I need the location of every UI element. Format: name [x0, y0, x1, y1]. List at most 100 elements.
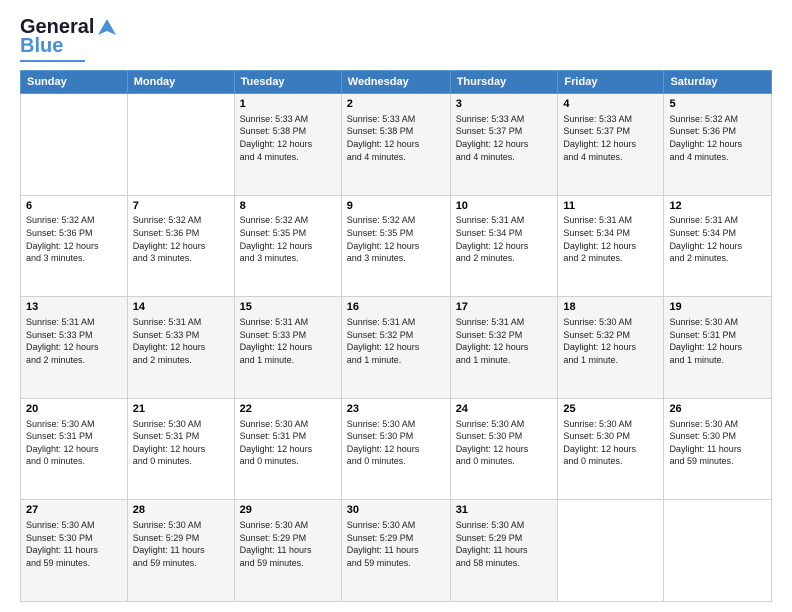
day-number: 29 — [240, 503, 336, 518]
calendar-cell: 21Sunrise: 5:30 AM Sunset: 5:31 PM Dayli… — [127, 398, 234, 500]
calendar-cell: 25Sunrise: 5:30 AM Sunset: 5:30 PM Dayli… — [558, 398, 664, 500]
calendar-cell: 11Sunrise: 5:31 AM Sunset: 5:34 PM Dayli… — [558, 195, 664, 297]
day-info: Sunrise: 5:31 AM Sunset: 5:34 PM Dayligh… — [456, 214, 553, 264]
calendar-cell: 15Sunrise: 5:31 AM Sunset: 5:33 PM Dayli… — [234, 297, 341, 399]
day-number: 16 — [347, 300, 445, 315]
day-number: 15 — [240, 300, 336, 315]
day-number: 20 — [26, 402, 122, 417]
day-number: 6 — [26, 199, 122, 214]
day-info: Sunrise: 5:32 AM Sunset: 5:36 PM Dayligh… — [133, 214, 229, 264]
weekday-header-cell: Tuesday — [234, 71, 341, 94]
logo-bird-icon — [96, 17, 118, 39]
logo: General Blue — [20, 16, 118, 62]
calendar-week-row: 13Sunrise: 5:31 AM Sunset: 5:33 PM Dayli… — [21, 297, 772, 399]
day-number: 18 — [563, 300, 658, 315]
day-number: 26 — [669, 402, 766, 417]
day-info: Sunrise: 5:31 AM Sunset: 5:33 PM Dayligh… — [26, 316, 122, 366]
day-info: Sunrise: 5:30 AM Sunset: 5:30 PM Dayligh… — [347, 418, 445, 468]
day-number: 31 — [456, 503, 553, 518]
day-number: 23 — [347, 402, 445, 417]
logo-underline — [20, 60, 85, 62]
weekday-header-cell: Friday — [558, 71, 664, 94]
calendar-cell: 9Sunrise: 5:32 AM Sunset: 5:35 PM Daylig… — [341, 195, 450, 297]
calendar-cell: 1Sunrise: 5:33 AM Sunset: 5:38 PM Daylig… — [234, 94, 341, 196]
calendar-cell: 17Sunrise: 5:31 AM Sunset: 5:32 PM Dayli… — [450, 297, 558, 399]
weekday-header-cell: Sunday — [21, 71, 128, 94]
calendar-cell: 26Sunrise: 5:30 AM Sunset: 5:30 PM Dayli… — [664, 398, 772, 500]
day-info: Sunrise: 5:31 AM Sunset: 5:34 PM Dayligh… — [563, 214, 658, 264]
header: General Blue — [20, 16, 772, 62]
weekday-header-row: SundayMondayTuesdayWednesdayThursdayFrid… — [21, 71, 772, 94]
day-number: 4 — [563, 97, 658, 112]
day-number: 27 — [26, 503, 122, 518]
day-info: Sunrise: 5:31 AM Sunset: 5:34 PM Dayligh… — [669, 214, 766, 264]
day-number: 9 — [347, 199, 445, 214]
weekday-header-cell: Wednesday — [341, 71, 450, 94]
day-info: Sunrise: 5:30 AM Sunset: 5:29 PM Dayligh… — [347, 519, 445, 569]
calendar-week-row: 20Sunrise: 5:30 AM Sunset: 5:31 PM Dayli… — [21, 398, 772, 500]
calendar-cell: 4Sunrise: 5:33 AM Sunset: 5:37 PM Daylig… — [558, 94, 664, 196]
day-info: Sunrise: 5:31 AM Sunset: 5:32 PM Dayligh… — [456, 316, 553, 366]
day-info: Sunrise: 5:31 AM Sunset: 5:33 PM Dayligh… — [133, 316, 229, 366]
day-number: 13 — [26, 300, 122, 315]
day-info: Sunrise: 5:32 AM Sunset: 5:36 PM Dayligh… — [26, 214, 122, 264]
weekday-header-cell: Monday — [127, 71, 234, 94]
weekday-header-cell: Thursday — [450, 71, 558, 94]
day-info: Sunrise: 5:30 AM Sunset: 5:32 PM Dayligh… — [563, 316, 658, 366]
day-number: 2 — [347, 97, 445, 112]
calendar-page: General Blue SundayMondayTuesdayWednesda… — [0, 0, 792, 612]
calendar-cell: 31Sunrise: 5:30 AM Sunset: 5:29 PM Dayli… — [450, 500, 558, 602]
day-number: 24 — [456, 402, 553, 417]
calendar-body: 1Sunrise: 5:33 AM Sunset: 5:38 PM Daylig… — [21, 94, 772, 602]
day-number: 14 — [133, 300, 229, 315]
day-info: Sunrise: 5:33 AM Sunset: 5:38 PM Dayligh… — [347, 113, 445, 163]
calendar-cell: 22Sunrise: 5:30 AM Sunset: 5:31 PM Dayli… — [234, 398, 341, 500]
day-info: Sunrise: 5:30 AM Sunset: 5:31 PM Dayligh… — [133, 418, 229, 468]
day-number: 7 — [133, 199, 229, 214]
day-number: 8 — [240, 199, 336, 214]
calendar-cell: 28Sunrise: 5:30 AM Sunset: 5:29 PM Dayli… — [127, 500, 234, 602]
day-info: Sunrise: 5:33 AM Sunset: 5:37 PM Dayligh… — [563, 113, 658, 163]
calendar-cell: 30Sunrise: 5:30 AM Sunset: 5:29 PM Dayli… — [341, 500, 450, 602]
day-number: 10 — [456, 199, 553, 214]
calendar-cell — [558, 500, 664, 602]
day-info: Sunrise: 5:30 AM Sunset: 5:30 PM Dayligh… — [563, 418, 658, 468]
calendar-cell: 18Sunrise: 5:30 AM Sunset: 5:32 PM Dayli… — [558, 297, 664, 399]
day-number: 11 — [563, 199, 658, 214]
day-info: Sunrise: 5:30 AM Sunset: 5:30 PM Dayligh… — [26, 519, 122, 569]
calendar-cell: 13Sunrise: 5:31 AM Sunset: 5:33 PM Dayli… — [21, 297, 128, 399]
day-info: Sunrise: 5:31 AM Sunset: 5:33 PM Dayligh… — [240, 316, 336, 366]
calendar-week-row: 1Sunrise: 5:33 AM Sunset: 5:38 PM Daylig… — [21, 94, 772, 196]
day-number: 5 — [669, 97, 766, 112]
calendar-cell: 24Sunrise: 5:30 AM Sunset: 5:30 PM Dayli… — [450, 398, 558, 500]
day-info: Sunrise: 5:30 AM Sunset: 5:29 PM Dayligh… — [133, 519, 229, 569]
calendar-cell — [664, 500, 772, 602]
calendar-cell: 5Sunrise: 5:32 AM Sunset: 5:36 PM Daylig… — [664, 94, 772, 196]
calendar-cell: 19Sunrise: 5:30 AM Sunset: 5:31 PM Dayli… — [664, 297, 772, 399]
day-info: Sunrise: 5:32 AM Sunset: 5:36 PM Dayligh… — [669, 113, 766, 163]
calendar-cell: 23Sunrise: 5:30 AM Sunset: 5:30 PM Dayli… — [341, 398, 450, 500]
calendar-cell — [21, 94, 128, 196]
day-number: 25 — [563, 402, 658, 417]
day-number: 28 — [133, 503, 229, 518]
day-info: Sunrise: 5:32 AM Sunset: 5:35 PM Dayligh… — [240, 214, 336, 264]
day-info: Sunrise: 5:32 AM Sunset: 5:35 PM Dayligh… — [347, 214, 445, 264]
day-number: 22 — [240, 402, 336, 417]
day-info: Sunrise: 5:30 AM Sunset: 5:30 PM Dayligh… — [669, 418, 766, 468]
day-info: Sunrise: 5:30 AM Sunset: 5:31 PM Dayligh… — [26, 418, 122, 468]
calendar-cell: 3Sunrise: 5:33 AM Sunset: 5:37 PM Daylig… — [450, 94, 558, 196]
day-info: Sunrise: 5:30 AM Sunset: 5:29 PM Dayligh… — [240, 519, 336, 569]
day-info: Sunrise: 5:30 AM Sunset: 5:30 PM Dayligh… — [456, 418, 553, 468]
day-number: 12 — [669, 199, 766, 214]
day-info: Sunrise: 5:33 AM Sunset: 5:38 PM Dayligh… — [240, 113, 336, 163]
calendar-cell: 29Sunrise: 5:30 AM Sunset: 5:29 PM Dayli… — [234, 500, 341, 602]
calendar-cell: 8Sunrise: 5:32 AM Sunset: 5:35 PM Daylig… — [234, 195, 341, 297]
calendar-week-row: 27Sunrise: 5:30 AM Sunset: 5:30 PM Dayli… — [21, 500, 772, 602]
calendar-cell: 16Sunrise: 5:31 AM Sunset: 5:32 PM Dayli… — [341, 297, 450, 399]
calendar-cell: 6Sunrise: 5:32 AM Sunset: 5:36 PM Daylig… — [21, 195, 128, 297]
calendar-cell: 20Sunrise: 5:30 AM Sunset: 5:31 PM Dayli… — [21, 398, 128, 500]
calendar-cell: 2Sunrise: 5:33 AM Sunset: 5:38 PM Daylig… — [341, 94, 450, 196]
calendar-cell: 27Sunrise: 5:30 AM Sunset: 5:30 PM Dayli… — [21, 500, 128, 602]
logo-blue: Blue — [20, 35, 63, 58]
calendar-cell: 12Sunrise: 5:31 AM Sunset: 5:34 PM Dayli… — [664, 195, 772, 297]
